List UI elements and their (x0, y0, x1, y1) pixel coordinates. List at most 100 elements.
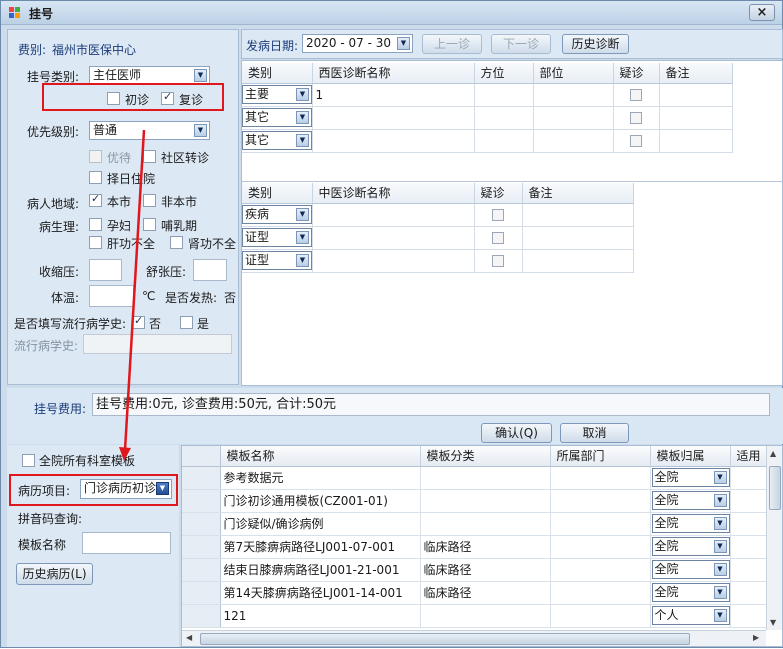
vertical-scrollbar[interactable]: ▲ ▼ (766, 446, 782, 630)
row-header[interactable] (182, 489, 221, 513)
table-row[interactable]: 结束日膝痹病路径LJ001-21-001 临床路径 全院 ▼ (182, 558, 782, 582)
suspected-checkbox[interactable] (630, 135, 642, 147)
cancel-button[interactable]: 取消 (560, 423, 629, 443)
dept-cell[interactable] (550, 466, 651, 490)
temp-input[interactable] (89, 285, 134, 307)
row-header[interactable] (182, 535, 221, 559)
suspected-checkbox[interactable] (630, 89, 642, 101)
table-row[interactable]: 疾病 ▼ (242, 203, 634, 227)
template-category-cell[interactable] (420, 466, 551, 490)
table-row[interactable]: 121 个人 ▼ (182, 604, 782, 628)
table-row[interactable]: 其它 ▼ (242, 129, 733, 153)
dept-cell[interactable] (550, 535, 651, 559)
table-row[interactable]: 参考数据元 全院 ▼ (182, 466, 782, 490)
type-select[interactable]: 证型 ▼ (242, 228, 311, 247)
template-category-cell[interactable] (420, 512, 551, 536)
type-select[interactable]: 证型 ▼ (242, 251, 311, 270)
all-dept-checkbox[interactable] (22, 454, 35, 467)
template-name-cell[interactable]: 第14天膝痹病路径LJ001-14-001 (220, 581, 421, 605)
scroll-down-icon[interactable]: ▼ (770, 618, 776, 627)
epi-yes-checkbox[interactable] (180, 316, 193, 329)
scheduled-checkbox[interactable] (89, 171, 102, 184)
template-category-cell[interactable] (420, 489, 551, 513)
history-record-button[interactable]: 历史病历(L) (16, 563, 93, 585)
site-cell[interactable] (533, 106, 614, 130)
pregnant-checkbox[interactable] (89, 218, 102, 231)
row-header[interactable] (182, 558, 221, 582)
orientation-cell[interactable] (474, 83, 534, 107)
template-name-cell[interactable]: 参考数据元 (220, 466, 421, 490)
remark-cell[interactable] (522, 249, 634, 273)
row-header[interactable] (182, 466, 221, 490)
elderly-checkbox[interactable] (89, 150, 102, 163)
suspected-checkbox[interactable] (492, 232, 504, 244)
scroll-thumb[interactable] (200, 633, 690, 645)
systolic-input[interactable] (89, 259, 122, 281)
template-category-cell[interactable] (420, 604, 551, 628)
diagnosis-name-cell[interactable] (312, 226, 475, 250)
remark-cell[interactable] (659, 129, 733, 153)
type-select[interactable]: 疾病 ▼ (242, 205, 311, 224)
scroll-right-icon[interactable]: ▶ (753, 633, 759, 642)
close-button[interactable]: × (749, 4, 775, 21)
template-name-cell[interactable]: 第7天膝痹病路径LJ001-07-001 (220, 535, 421, 559)
owner-select[interactable]: 全院 ▼ (651, 537, 729, 556)
template-category-cell[interactable]: 临床路径 (420, 558, 551, 582)
owner-select[interactable]: 全院 ▼ (651, 560, 729, 579)
table-row[interactable]: 门诊初诊通用模板(CZ001-01) 全院 ▼ (182, 489, 782, 513)
site-cell[interactable] (533, 83, 614, 107)
diastolic-input[interactable] (193, 259, 227, 281)
orientation-cell[interactable] (474, 106, 534, 130)
scroll-left-icon[interactable]: ◀ (186, 633, 192, 642)
template-name-cell[interactable]: 门诊初诊通用模板(CZ001-01) (220, 489, 421, 513)
table-row[interactable]: 第14天膝痹病路径LJ001-14-001 临床路径 全院 ▼ (182, 581, 782, 605)
owner-select[interactable]: 全院 ▼ (651, 468, 729, 487)
horizontal-scrollbar[interactable]: ◀ ▶ (182, 630, 766, 646)
dept-cell[interactable] (550, 604, 651, 628)
table-row[interactable]: 证型 ▼ (242, 226, 634, 250)
dept-cell[interactable] (550, 558, 651, 582)
type-select[interactable]: 其它 ▼ (242, 131, 311, 150)
site-cell[interactable] (533, 129, 614, 153)
suspected-checkbox[interactable] (492, 209, 504, 221)
table-row[interactable]: 门诊疑似/确诊病例 全院 ▼ (182, 512, 782, 536)
epi-no-checkbox[interactable] (132, 314, 145, 329)
type-select[interactable]: 其它 ▼ (242, 108, 311, 127)
template-category-cell[interactable]: 临床路径 (420, 581, 551, 605)
diagnosis-name-cell[interactable] (312, 129, 475, 153)
nonlocal-checkbox[interactable] (143, 194, 156, 207)
next-visit-button[interactable]: 下一诊 (491, 34, 551, 54)
history-diagnosis-button[interactable]: 历史诊断 (562, 34, 629, 54)
suspected-checkbox[interactable] (630, 112, 642, 124)
template-name-cell[interactable]: 门诊疑似/确诊病例 (220, 512, 421, 536)
template-name-input[interactable] (82, 532, 171, 554)
dept-cell[interactable] (550, 489, 651, 513)
diagnosis-name-cell[interactable] (312, 106, 475, 130)
local-checkbox[interactable] (89, 192, 102, 207)
remark-cell[interactable] (659, 106, 733, 130)
table-row[interactable]: 证型 ▼ (242, 249, 634, 273)
orientation-cell[interactable] (474, 129, 534, 153)
kidney-checkbox[interactable] (170, 236, 183, 249)
suspected-checkbox[interactable] (492, 255, 504, 267)
priority-select[interactable]: 普通 ▼ (89, 121, 210, 140)
prev-visit-button[interactable]: 上一诊 (422, 34, 482, 54)
table-row[interactable]: 其它 ▼ (242, 106, 733, 130)
diagnosis-name-cell[interactable] (312, 203, 475, 227)
row-header[interactable] (182, 581, 221, 605)
template-category-cell[interactable]: 临床路径 (420, 535, 551, 559)
liver-checkbox[interactable] (89, 236, 102, 249)
scroll-thumb[interactable] (769, 466, 781, 510)
confirm-button[interactable]: 确认(Q) (481, 423, 552, 443)
owner-select[interactable]: 个人 ▼ (651, 606, 729, 625)
template-name-cell[interactable]: 121 (220, 604, 421, 628)
dept-cell[interactable] (550, 581, 651, 605)
remark-cell[interactable] (659, 83, 733, 107)
table-row[interactable]: 主要 ▼ 1 (242, 83, 733, 107)
diagnosis-name-cell[interactable] (312, 249, 475, 273)
owner-select[interactable]: 全院 ▼ (651, 583, 729, 602)
remark-cell[interactable] (522, 203, 634, 227)
row-header[interactable] (182, 604, 221, 628)
onset-date-picker[interactable]: 2020 - 07 - 30 ▼ (302, 34, 413, 53)
community-checkbox[interactable] (143, 150, 156, 163)
